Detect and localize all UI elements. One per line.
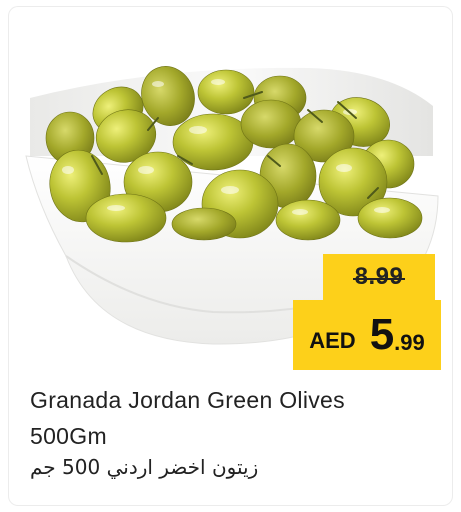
new-price-box: AED 5 .99 bbox=[293, 300, 441, 370]
product-name-arabic: زيتون اخضر اردني 500 جم bbox=[30, 455, 259, 479]
old-price-box: 8.99 bbox=[323, 254, 435, 300]
price-tag: 8.99 AED 5 .99 bbox=[293, 246, 441, 370]
price-decimal: .99 bbox=[394, 330, 425, 355]
price-integer: 5 bbox=[369, 310, 395, 359]
currency-label: AED bbox=[309, 328, 356, 353]
product-card[interactable]: 8.99 AED 5 .99 Granada Jordan Green Oliv… bbox=[8, 6, 453, 506]
old-price: 8.99 bbox=[352, 263, 406, 290]
product-name: Granada Jordan Green Olives 500Gm bbox=[30, 382, 440, 454]
product-name-line1: Granada Jordan Green Olives bbox=[30, 387, 345, 413]
product-name-line2: 500Gm bbox=[30, 423, 107, 449]
